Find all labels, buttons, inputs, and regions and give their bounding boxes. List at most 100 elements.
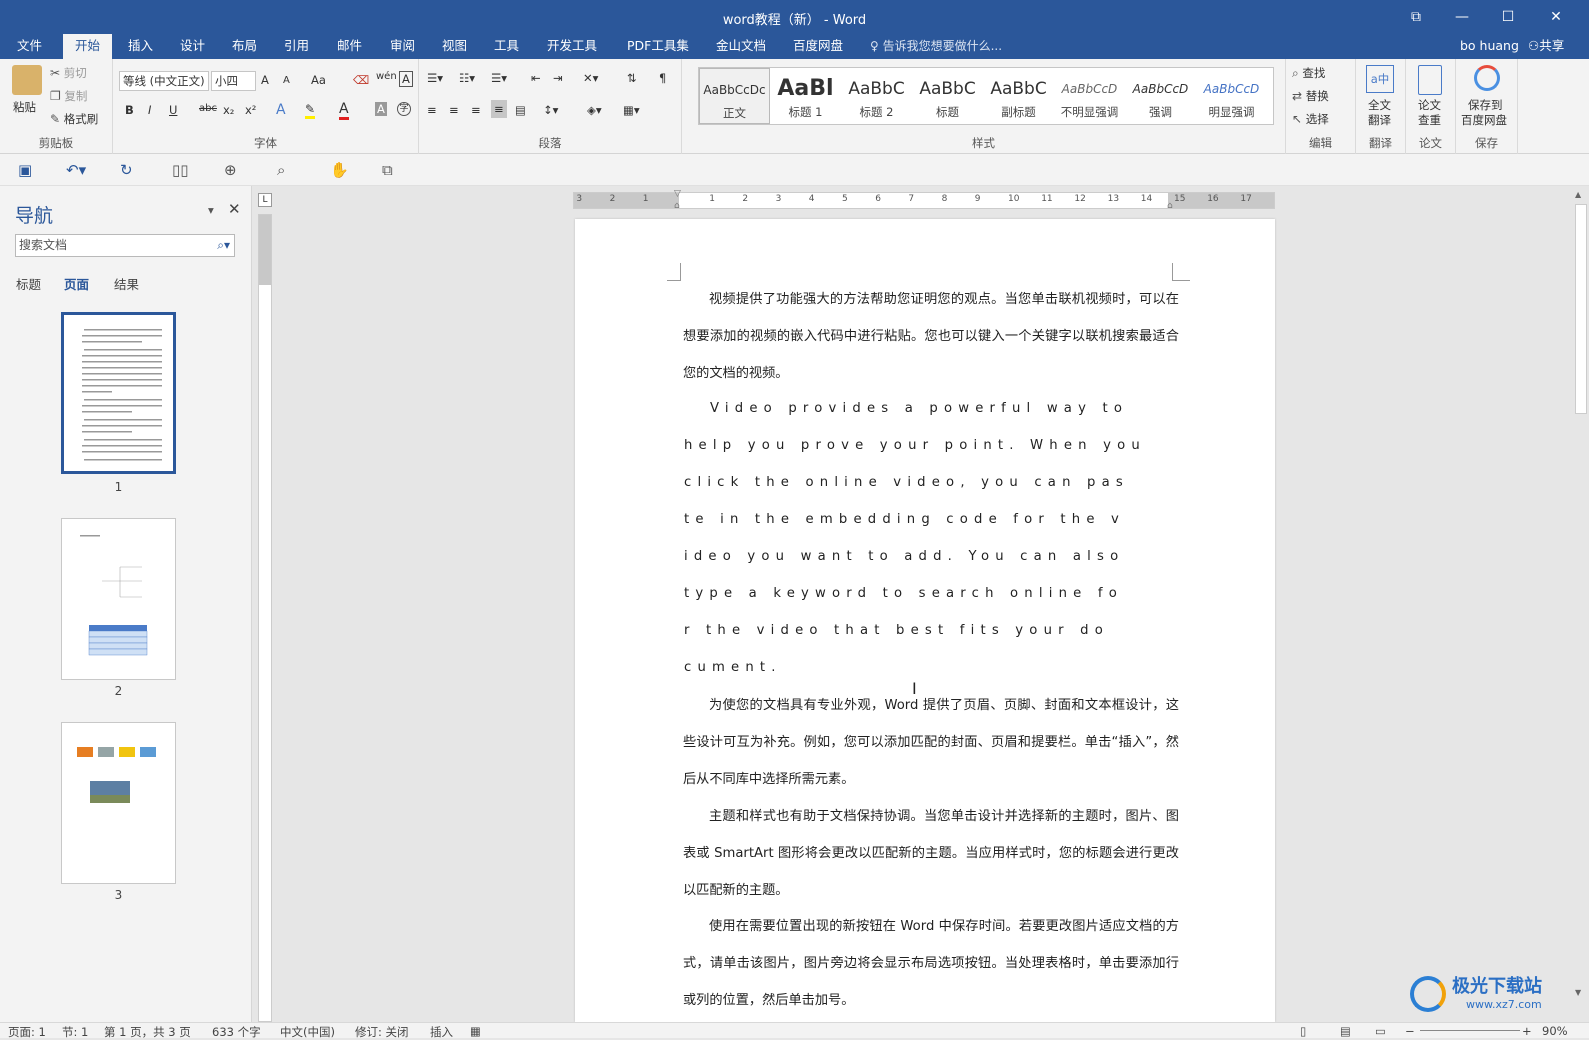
touch-icon[interactable]: ✋: [330, 161, 349, 179]
scroll-up-icon[interactable]: ▲: [1575, 190, 1581, 199]
clear-format-icon[interactable]: ⌫: [353, 73, 369, 87]
borders-icon[interactable]: ▦▾: [623, 103, 640, 117]
read-mode-view-icon[interactable]: ▯: [1300, 1024, 1306, 1038]
right-indent-marker[interactable]: ⌂: [1167, 201, 1173, 211]
tab-baidu-netdisk[interactable]: 百度网盘: [781, 34, 855, 59]
align-center-icon[interactable]: ≡: [449, 103, 459, 117]
english-line-4[interactable]: te in the embedding code for the v: [684, 502, 1184, 539]
multilevel-list-icon[interactable]: ☰▾: [491, 71, 507, 85]
align-left-icon[interactable]: ≡: [427, 103, 437, 117]
tab-file[interactable]: 文件: [5, 34, 54, 59]
full-translate-label2[interactable]: 翻译: [1368, 112, 1391, 128]
restore-ribbon-button[interactable]: ⧉: [1396, 4, 1436, 30]
font-color-icon[interactable]: A: [339, 101, 349, 120]
tab-kingsoft-docs[interactable]: 金山文档: [704, 34, 778, 59]
replace-button[interactable]: ⇄ 替换: [1292, 88, 1329, 104]
paragraph-1[interactable]: 视频提供了功能强大的方法帮助您证明您的观点。当您单击联机视频时，可以在想要添加的…: [683, 281, 1179, 392]
zoom-out-icon[interactable]: −: [1405, 1024, 1415, 1038]
copy-button[interactable]: ❐ 复制: [50, 88, 87, 104]
distributed-icon[interactable]: ▤: [515, 103, 526, 117]
char-shading-icon[interactable]: A: [375, 102, 387, 116]
style-intense-emphasis[interactable]: AaBbCcD 明显强调: [1196, 68, 1267, 124]
shading-icon[interactable]: ◈▾: [587, 103, 602, 117]
web-icon[interactable]: ⊕: [224, 161, 237, 179]
undo-icon[interactable]: ↶▾: [66, 161, 86, 179]
font-size-combo[interactable]: 小四: [211, 71, 256, 91]
zoom-slider[interactable]: [1420, 1030, 1520, 1031]
tab-developer[interactable]: 开发工具: [535, 34, 609, 59]
tab-view[interactable]: 视图: [430, 34, 479, 59]
save-netdisk-label[interactable]: 保存到: [1468, 97, 1503, 113]
strikethrough-button[interactable]: abc: [199, 103, 217, 114]
web-layout-view-icon[interactable]: ▭: [1375, 1024, 1386, 1038]
thesis-check-label[interactable]: 论文: [1418, 97, 1441, 113]
italic-button[interactable]: I: [148, 103, 151, 117]
tab-review[interactable]: 审阅: [378, 34, 427, 59]
change-case-button[interactable]: Aa: [311, 73, 326, 87]
char-border-button[interactable]: A: [399, 71, 413, 87]
page-thumbnail-1[interactable]: [61, 312, 176, 474]
select-button[interactable]: ↖ 选择: [1292, 111, 1329, 127]
thesis-check-label2[interactable]: 查重: [1418, 112, 1441, 128]
tab-design[interactable]: 设计: [168, 34, 217, 59]
english-line-5[interactable]: ideo you want to add. You can also: [684, 539, 1184, 576]
vertical-scrollbar[interactable]: ▲ ▼: [1573, 186, 1589, 1022]
tab-tools[interactable]: 工具: [482, 34, 531, 59]
share-button[interactable]: ⚇共享: [1528, 34, 1564, 59]
first-line-indent-marker[interactable]: ▽: [674, 189, 681, 199]
macro-icon[interactable]: ▦: [470, 1024, 481, 1038]
increase-indent-icon[interactable]: ⇥: [553, 71, 563, 85]
page-thumbnail-2[interactable]: [61, 518, 176, 680]
scroll-down-icon[interactable]: ▼: [1575, 988, 1581, 997]
align-right-icon[interactable]: ≡: [471, 103, 481, 117]
style-heading1[interactable]: AaBl 标题 1: [770, 68, 841, 124]
show-marks-icon[interactable]: ¶: [659, 71, 666, 85]
redo-icon[interactable]: ↻: [120, 161, 133, 179]
enclose-char-icon[interactable]: 字: [397, 102, 411, 116]
document-check-icon[interactable]: [1418, 65, 1442, 95]
style-title[interactable]: AaBbC 标题: [912, 68, 983, 124]
superscript-button[interactable]: x²: [245, 103, 256, 117]
save-netdisk-label2[interactable]: 百度网盘: [1461, 112, 1507, 128]
search-icon[interactable]: ⌕▾: [217, 235, 230, 256]
tab-references[interactable]: 引用: [272, 34, 321, 59]
read-mode-icon[interactable]: ▯▯: [172, 161, 189, 179]
highlight-icon[interactable]: ✎: [305, 102, 316, 119]
cut-button[interactable]: ✂ 剪切: [50, 65, 87, 81]
nav-close-icon[interactable]: ✕: [228, 200, 241, 218]
tab-selector[interactable]: L: [258, 193, 272, 207]
numbering-icon[interactable]: ☷▾: [459, 71, 475, 85]
nav-options-icon[interactable]: ▾: [208, 203, 214, 217]
minimize-button[interactable]: —: [1442, 4, 1482, 30]
paste-icon[interactable]: [12, 65, 42, 95]
phonetic-guide-button[interactable]: wén: [376, 71, 397, 82]
find-button[interactable]: ⌕ 查找: [1292, 65, 1325, 81]
document-page[interactable]: 视频提供了功能强大的方法帮助您证明您的观点。当您单击联机视频时，可以在想要添加的…: [575, 219, 1275, 1022]
english-line-2[interactable]: help you prove your point. When you: [684, 428, 1184, 465]
paste-button[interactable]: 粘贴: [13, 99, 36, 115]
bullets-icon[interactable]: ☰▾: [427, 71, 443, 85]
baidu-netdisk-icon[interactable]: [1474, 65, 1500, 91]
subscript-button[interactable]: x₂: [223, 103, 234, 117]
page-thumbnail-3[interactable]: [61, 722, 176, 884]
print-preview-icon[interactable]: ⌕: [277, 161, 285, 179]
english-line-1[interactable]: Video provides a powerful way to: [684, 391, 1184, 428]
scroll-thumb[interactable]: [1575, 204, 1587, 414]
tab-home[interactable]: 开始: [63, 34, 113, 59]
text-effects-icon[interactable]: A: [276, 102, 286, 118]
nav-tab-results[interactable]: 结果: [114, 274, 139, 293]
tell-me-box[interactable]: ♀ 告诉我您想要做什么...: [870, 34, 1002, 59]
grow-font-button[interactable]: A: [261, 73, 269, 87]
zoom-in-icon[interactable]: +: [1522, 1024, 1532, 1038]
english-line-7[interactable]: r the video that best fits your do: [684, 613, 1184, 650]
paragraph-3[interactable]: 主题和样式也有助于文档保持协调。当您单击设计并选择新的主题时，图片、图表或 Sm…: [683, 798, 1179, 909]
tab-layout[interactable]: 布局: [220, 34, 269, 59]
nav-search-input[interactable]: 搜索文档 ⌕▾: [15, 234, 235, 257]
nav-tab-pages[interactable]: 页面: [64, 274, 89, 293]
left-indent-marker[interactable]: ⌂: [674, 201, 680, 211]
decrease-indent-icon[interactable]: ⇤: [531, 71, 541, 85]
line-spacing-icon[interactable]: ↕▾: [543, 103, 558, 117]
tab-insert[interactable]: 插入: [116, 34, 165, 59]
full-translate-label[interactable]: 全文: [1368, 97, 1391, 113]
paragraph-4[interactable]: 使用在需要位置出现的新按钮在 Word 中保存时间。若要更改图片适应文档的方式，…: [683, 908, 1179, 1019]
